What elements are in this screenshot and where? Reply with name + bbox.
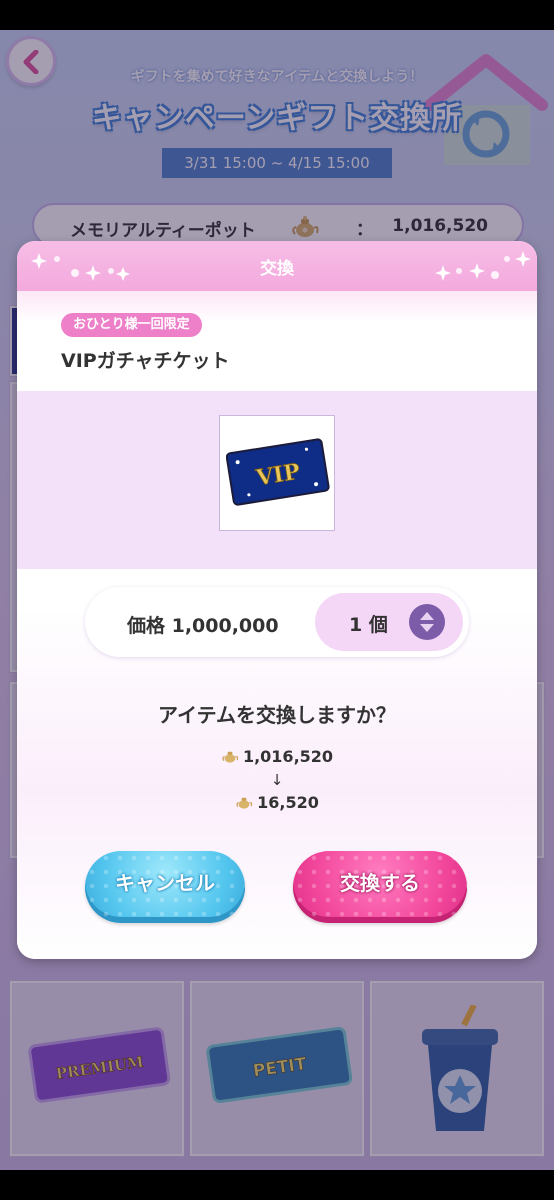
dialog-header: 交換	[17, 241, 537, 291]
down-arrow-icon: ↓	[270, 771, 284, 789]
cancel-button[interactable]: キャンセル	[85, 851, 245, 923]
exchange-button[interactable]: 交換する	[293, 851, 467, 923]
exchange-button-label: 交換する	[340, 871, 420, 895]
confirm-question: アイテムを交換しますか？	[158, 703, 396, 727]
status-bar	[0, 0, 554, 30]
dialog-title: 交換	[260, 259, 294, 279]
after-balance: 16,520	[17, 793, 537, 812]
item-preview-area: VIP	[17, 391, 537, 569]
limit-badge: おひとり様一回限定	[61, 313, 202, 337]
quantity-value: 1 個	[349, 614, 388, 636]
after-balance-value: 16,520	[257, 793, 319, 812]
price-label: 価格 1,000,000	[127, 615, 279, 637]
item-image-frame: VIP	[219, 415, 335, 531]
navigation-bar	[0, 1170, 554, 1200]
vip-ticket-icon: VIP	[226, 438, 330, 506]
item-name: VIPガチャチケット	[61, 350, 230, 372]
up-down-arrows-icon	[420, 612, 434, 632]
quantity-selector[interactable]: 1 個	[315, 593, 463, 651]
teapot-icon	[235, 793, 253, 811]
exchange-dialog: 交換 おひとり様一回限定 VIPガチャチケット VIP 価格 1,000,000…	[17, 241, 537, 959]
price-quantity-panel: 価格 1,000,000 1 個	[85, 587, 469, 657]
quantity-stepper[interactable]	[409, 604, 445, 640]
current-balance: 1,016,520	[17, 747, 537, 766]
teapot-icon	[221, 747, 239, 765]
cancel-button-label: キャンセル	[115, 871, 215, 895]
current-balance-value: 1,016,520	[242, 747, 334, 766]
